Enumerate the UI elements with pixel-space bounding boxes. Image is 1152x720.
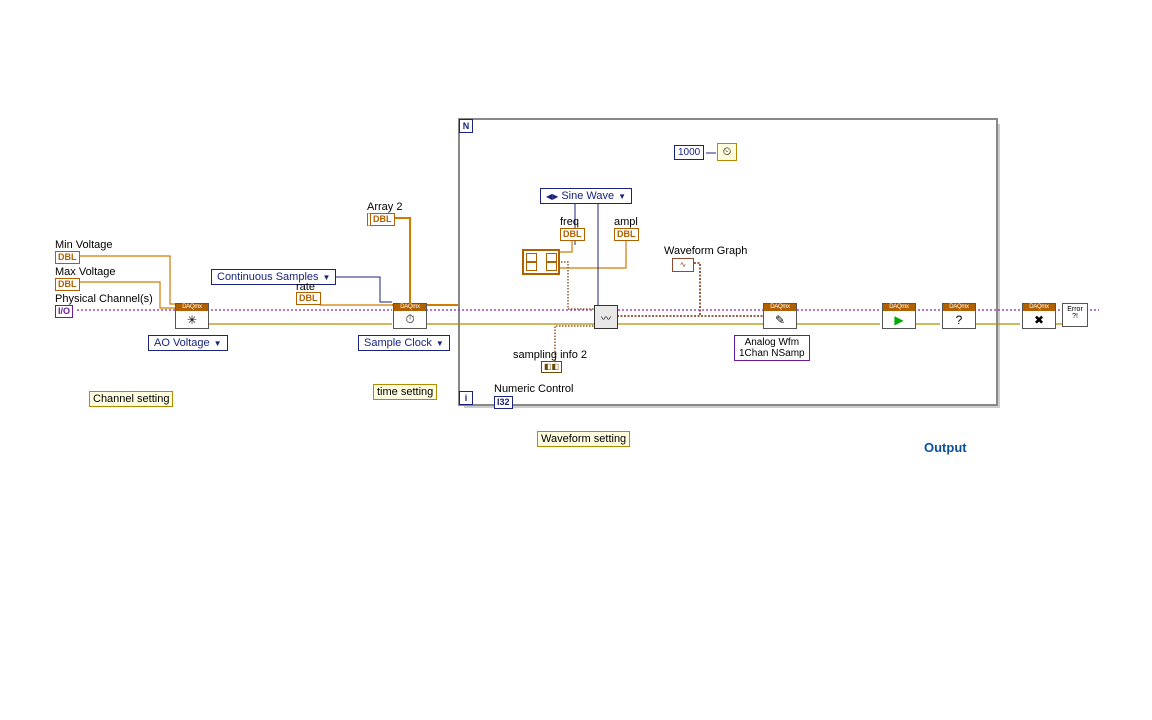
error-text: Error	[1067, 306, 1083, 313]
bundle-node[interactable]	[522, 249, 560, 275]
loop-iteration-terminal: i	[459, 391, 473, 405]
output-label: Output	[924, 440, 967, 455]
numeric-control-label: Numeric Control	[494, 383, 573, 395]
daq-timing-body: ⏱	[394, 311, 426, 328]
physical-channels-terminal[interactable]: I/O	[55, 305, 73, 318]
daq-write-body: ✎	[764, 311, 796, 328]
channel-setting-label: Channel setting	[89, 391, 173, 407]
error-handler-node[interactable]: Error?!	[1062, 303, 1088, 327]
daqmx-timing-node[interactable]: DAQmx ⏱	[393, 303, 427, 329]
rate-terminal[interactable]: DBL	[296, 292, 321, 305]
daq-start-body: ▶	[883, 311, 915, 328]
numeric-control-terminal[interactable]: I32	[494, 396, 513, 409]
daq-create-body: ✳	[176, 311, 208, 328]
waveform-graph-terminal[interactable]: ∿	[672, 258, 694, 272]
min-voltage-terminal[interactable]: DBL	[55, 251, 80, 264]
daqmx-wait-node[interactable]: DAQmx ?	[942, 303, 976, 329]
daq-wait-body: ?	[943, 311, 975, 328]
block-diagram-canvas: N i Min Voltage DBL Max Voltage DBL Phys…	[0, 0, 1152, 720]
ampl-label: ampl	[614, 216, 638, 228]
waveform-graph-label: Waveform Graph	[664, 245, 747, 257]
continuous-samples-selector[interactable]: Continuous Samples	[211, 269, 336, 285]
ampl-terminal[interactable]: DBL	[614, 228, 639, 241]
sine-wave-selector[interactable]: Sine Wave	[540, 188, 632, 204]
array2-label: Array 2	[367, 201, 402, 213]
array2-terminal[interactable]: DBL	[367, 213, 395, 226]
waveform-setting-label: Waveform setting	[537, 431, 630, 447]
time-setting-label: time setting	[373, 384, 437, 400]
daq-header-2: DAQmx	[394, 304, 426, 311]
ao-voltage-selector[interactable]: AO Voltage	[148, 335, 228, 351]
daqmx-write-node[interactable]: DAQmx ✎	[763, 303, 797, 329]
ms-constant[interactable]: 1000	[674, 145, 704, 160]
min-voltage-label: Min Voltage	[55, 239, 112, 251]
daq-header: DAQmx	[176, 304, 208, 311]
loop-count-terminal[interactable]: N	[459, 119, 473, 133]
daq-header-4: DAQmx	[883, 304, 915, 311]
daqmx-clear-node[interactable]: DAQmx ✖	[1022, 303, 1056, 329]
daq-header-3: DAQmx	[764, 304, 796, 311]
daqmx-create-channel-node[interactable]: DAQmx ✳	[175, 303, 209, 329]
physical-channels-label: Physical Channel(s)	[55, 293, 153, 305]
max-voltage-terminal[interactable]: DBL	[55, 278, 80, 291]
wait-ms-node[interactable]: ⏲	[717, 143, 737, 161]
sampling-info-terminal[interactable]: ◧◧	[541, 361, 562, 373]
sampling-info-label: sampling info 2	[513, 349, 587, 361]
daq-header-6: DAQmx	[1023, 304, 1055, 311]
max-voltage-label: Max Voltage	[55, 266, 116, 278]
freq-terminal[interactable]: DBL	[560, 228, 585, 241]
daq-header-5: DAQmx	[943, 304, 975, 311]
daq-clear-body: ✖	[1023, 311, 1055, 328]
daqmx-start-node[interactable]: DAQmx ▶	[882, 303, 916, 329]
signal-generator-node[interactable]: 〰	[594, 305, 618, 329]
analog-wfm-selector[interactable]: Analog Wfm 1Chan NSamp	[734, 335, 810, 361]
sample-clock-selector[interactable]: Sample Clock	[358, 335, 450, 351]
freq-label: freq	[560, 216, 579, 228]
